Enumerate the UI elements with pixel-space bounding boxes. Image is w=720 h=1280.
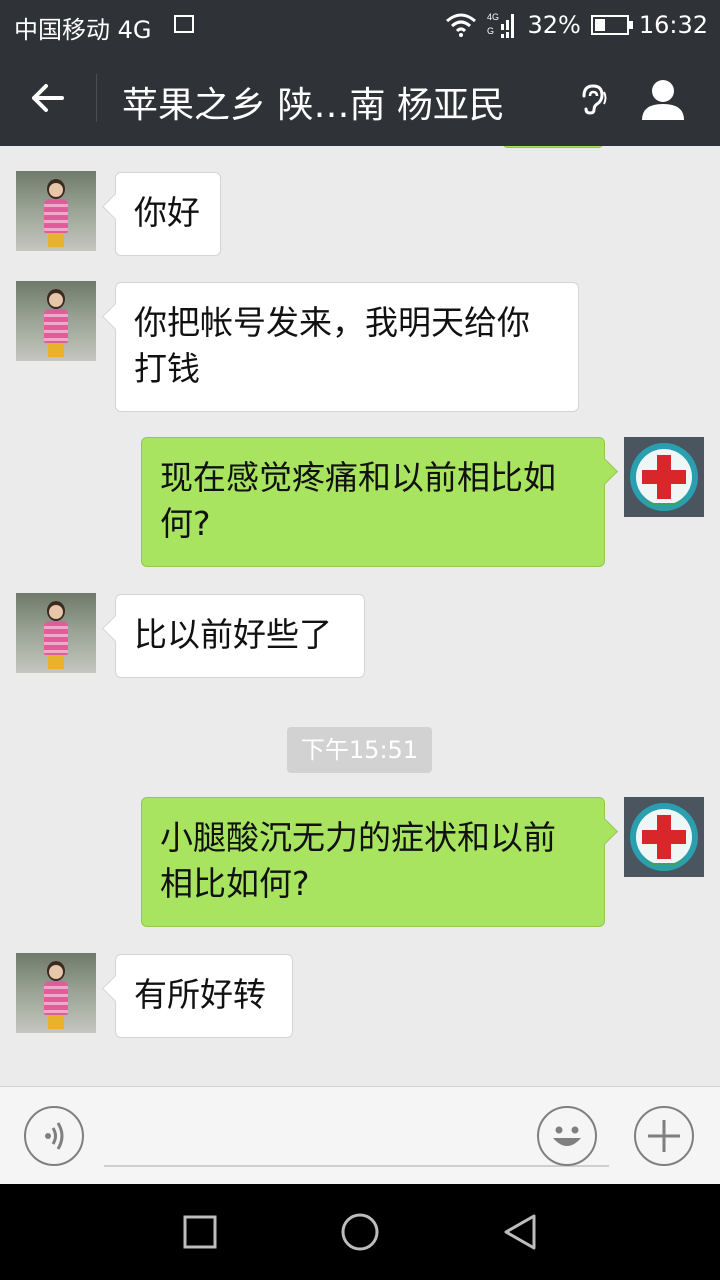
system-nav-bar xyxy=(0,1184,720,1280)
header-divider xyxy=(96,74,97,122)
wifi-icon xyxy=(445,13,477,37)
plus-icon[interactable] xyxy=(634,1106,694,1166)
battery-icon xyxy=(590,15,633,35)
incoming-message[interactable]: 比以前好些了 xyxy=(115,594,365,678)
svg-text:4G: 4G xyxy=(487,12,499,22)
circle-icon[interactable] xyxy=(340,1212,380,1252)
contact-avatar[interactable] xyxy=(16,953,96,1033)
svg-text:G: G xyxy=(487,26,494,36)
image-notification-icon xyxy=(174,15,194,33)
chat-title: 苹果之乡 陕…南 杨亚民 xyxy=(122,85,505,126)
battery-percent: 32% xyxy=(527,11,581,39)
chat-header: 苹果之乡 陕…南 杨亚民 xyxy=(0,50,720,146)
message-input[interactable] xyxy=(104,1107,609,1167)
previous-message-bubble xyxy=(502,146,604,148)
contact-avatar[interactable] xyxy=(16,593,96,673)
emoji-icon[interactable] xyxy=(537,1106,597,1166)
contact-avatar[interactable] xyxy=(16,281,96,361)
ear-icon[interactable] xyxy=(576,82,610,116)
status-bar: 中国移动 4G 4G G 32% 16:32 xyxy=(0,0,720,50)
signal-icon: 4G G xyxy=(487,10,517,40)
input-bar xyxy=(0,1086,720,1185)
my-avatar[interactable] xyxy=(624,437,704,517)
clock: 16:32 xyxy=(638,11,708,39)
back-arrow-icon[interactable] xyxy=(24,74,72,122)
my-avatar[interactable] xyxy=(624,797,704,877)
profile-icon[interactable] xyxy=(640,76,686,122)
incoming-message[interactable]: 你好 xyxy=(115,172,221,256)
square-icon[interactable] xyxy=(180,1212,220,1252)
contact-avatar[interactable] xyxy=(16,171,96,251)
incoming-message[interactable]: 有所好转 xyxy=(115,954,293,1038)
triangle-back-icon[interactable] xyxy=(500,1212,540,1252)
message-timestamp: 下午15:51 xyxy=(287,727,432,773)
carrier-label: 中国移动 4G xyxy=(14,16,152,44)
voice-icon[interactable] xyxy=(24,1106,84,1166)
outgoing-message[interactable]: 小腿酸沉无力的症状和以前相比如何? xyxy=(141,797,605,927)
chat-area[interactable]: 你好 你把帐号发来，我明天给你打钱 现在感觉疼痛和以前相比如何? 比以前好些了 … xyxy=(0,146,720,1086)
outgoing-message[interactable]: 现在感觉疼痛和以前相比如何? xyxy=(141,437,605,567)
incoming-message[interactable]: 你把帐号发来，我明天给你打钱 xyxy=(115,282,579,412)
